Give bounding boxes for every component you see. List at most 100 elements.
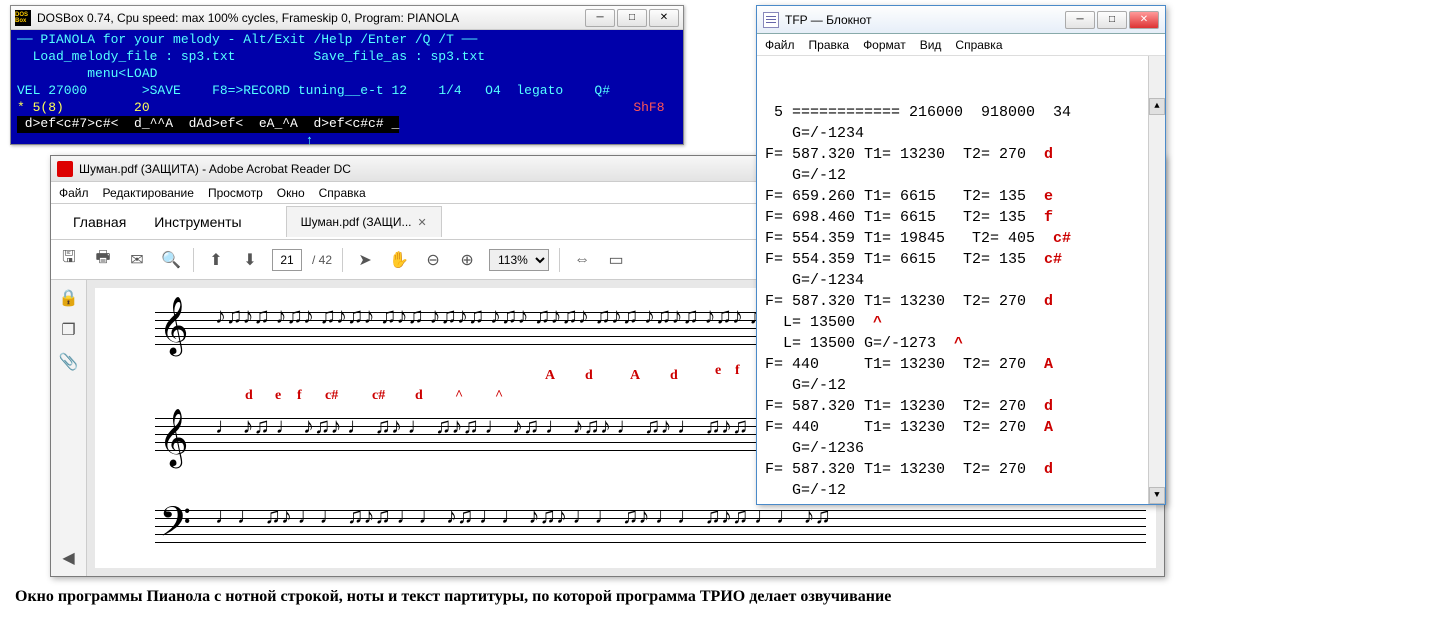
maximize-button[interactable]: □ bbox=[1097, 11, 1127, 29]
text-line: F= 587.320 T1= 13230 T2= 270 d bbox=[765, 144, 1157, 165]
tab-home[interactable]: Главная bbox=[59, 206, 140, 238]
text-line: G=/-1234 bbox=[765, 270, 1157, 291]
minimize-button[interactable]: ─ bbox=[585, 9, 615, 27]
dos-save-file: Save_file_as : sp3.txt bbox=[313, 49, 485, 64]
menu-view[interactable]: Просмотр bbox=[208, 186, 263, 200]
note-label: d bbox=[1026, 146, 1053, 163]
text-line: G=/-12 bbox=[765, 165, 1157, 186]
separator bbox=[559, 248, 560, 272]
page-number-input[interactable] bbox=[272, 249, 302, 271]
dosbox-titlebar[interactable]: DOS Box DOSBox 0.74, Cpu speed: max 100%… bbox=[11, 6, 683, 30]
dos-menu-load: menu<LOAD bbox=[17, 66, 157, 81]
dos-q: Q# bbox=[594, 83, 610, 98]
menu-file[interactable]: Файл bbox=[59, 186, 89, 200]
dosbox-title: DOSBox 0.74, Cpu speed: max 100% cycles,… bbox=[37, 11, 459, 25]
tab-document-label: Шуман.pdf (ЗАЩИ... bbox=[301, 215, 412, 229]
page-total: / 42 bbox=[312, 253, 332, 267]
note-label: e bbox=[715, 363, 721, 379]
close-button[interactable]: ✕ bbox=[649, 9, 679, 27]
maximize-button[interactable]: □ bbox=[617, 9, 647, 27]
print-icon[interactable]: 🖶 bbox=[91, 248, 115, 272]
menu-format[interactable]: Формат bbox=[863, 38, 906, 52]
pages-icon[interactable]: ❐ bbox=[59, 320, 79, 340]
save-icon[interactable]: 🖫 bbox=[57, 248, 81, 272]
note-icon: ♩♩ ♫♪ ♩♩ ♫♪♫ ♩♩ ♪♫ ♩♩ ♪♫♪ ♩♩ ♫♪ ♩♩ ♫♪♫ ♩… bbox=[215, 503, 831, 529]
notepad-textarea[interactable]: 5 ============ 216000 918000 34 G=/-1234… bbox=[757, 56, 1165, 504]
note-label: e bbox=[1026, 503, 1053, 504]
menu-edit[interactable]: Правка bbox=[809, 38, 850, 52]
text-line: F= 554.359 T1= 6615 T2= 135 c# bbox=[765, 249, 1157, 270]
note-icon: ♪♫♪♫ ♪♫♪ ♫♪♫♪ ♫♪♫ ♪♫♪♫ ♪♫♪ ♫♪♫♪ ♫♪♫ ♪♫♪♫… bbox=[215, 303, 804, 329]
note-label: f bbox=[1026, 209, 1053, 226]
tab-document[interactable]: Шуман.pdf (ЗАЩИ... ✕ bbox=[286, 206, 442, 237]
note-label: A bbox=[545, 368, 555, 384]
fit-page-icon[interactable]: ▭ bbox=[604, 248, 628, 272]
attachment-icon[interactable]: 📎 bbox=[59, 352, 79, 372]
figure-caption: Окно программы Пианола с нотной строкой,… bbox=[15, 588, 891, 606]
notepad-titlebar[interactable]: TFP — Блокнот ─ □ ✕ bbox=[757, 6, 1165, 34]
note-label: d bbox=[670, 368, 678, 384]
hand-icon[interactable]: ✋ bbox=[387, 248, 411, 272]
notepad-window: TFP — Блокнот ─ □ ✕ Файл Правка Формат В… bbox=[756, 5, 1166, 505]
zoom-select[interactable]: 113% bbox=[489, 249, 549, 271]
close-button[interactable]: ✕ bbox=[1129, 11, 1159, 29]
dosbox-icon: DOS Box bbox=[15, 10, 31, 26]
lock-icon[interactable]: 🔒 bbox=[59, 288, 79, 308]
fit-width-icon[interactable]: ⇔ bbox=[570, 248, 594, 272]
treble-clef-icon: 𝄞 bbox=[159, 296, 189, 355]
dos-line5: * 5(8) 20 bbox=[17, 100, 150, 115]
collapse-icon[interactable]: ◀ bbox=[59, 548, 79, 568]
dos-frac: 1/4 bbox=[438, 83, 461, 98]
note-label: c# bbox=[1035, 230, 1071, 247]
text-line: L= 13500 G=/-1273 ^ bbox=[765, 333, 1157, 354]
minimize-button[interactable]: ─ bbox=[1065, 11, 1095, 29]
text-line: F= 698.460 T1= 6615 T2= 135 f bbox=[765, 207, 1157, 228]
menu-window[interactable]: Окно bbox=[277, 186, 305, 200]
dos-o4: O4 bbox=[485, 83, 501, 98]
text-line: F= 554.359 T1= 19845 T2= 405 c# bbox=[765, 228, 1157, 249]
treble-clef-icon: 𝄞 bbox=[159, 408, 189, 467]
note-label: f bbox=[297, 388, 302, 404]
note-icon: ♩ ♪♫ ♩ ♪♫♪ ♩ ♫♪ ♩ ♫♪♫ ♩ ♪♫ ♩ ♪♫♪ ♩ ♫♪ ♩ … bbox=[215, 413, 809, 439]
text-line: F= 440 T1= 13230 T2= 270 A bbox=[765, 417, 1157, 438]
note-label: A bbox=[1026, 356, 1053, 373]
zoom-out-icon[interactable]: ⊖ bbox=[421, 248, 445, 272]
menu-help[interactable]: Справка bbox=[319, 186, 366, 200]
zoom-in-icon[interactable]: ⊕ bbox=[455, 248, 479, 272]
note-label: d bbox=[245, 388, 253, 404]
text-line: G=/-1236 bbox=[765, 438, 1157, 459]
acrobat-sidebar: 🔒 ❐ 📎 ◀ bbox=[51, 280, 87, 576]
note-label: d bbox=[585, 368, 593, 384]
email-icon[interactable]: ✉ bbox=[125, 248, 149, 272]
scroll-down-icon[interactable]: ▼ bbox=[1149, 487, 1165, 504]
note-label: c# bbox=[1026, 251, 1062, 268]
text-line: F= 587.320 T1= 13230 T2= 270 d bbox=[765, 396, 1157, 417]
page-up-icon[interactable]: ⬆ bbox=[204, 248, 228, 272]
notepad-icon bbox=[763, 12, 779, 28]
menu-view[interactable]: Вид bbox=[920, 38, 942, 52]
note-label: A bbox=[630, 368, 640, 384]
menu-file[interactable]: Файл bbox=[765, 38, 795, 52]
separator bbox=[193, 248, 194, 272]
dos-notation-line: d>ef<c#7>c#< d_^^A dAd>ef< eA_^A d>ef<c#… bbox=[17, 116, 399, 133]
close-icon[interactable]: ✕ bbox=[417, 216, 426, 229]
note-label: c# bbox=[325, 388, 338, 404]
menu-help[interactable]: Справка bbox=[955, 38, 1002, 52]
scroll-up-icon[interactable]: ▲ bbox=[1149, 98, 1165, 115]
dos-cursor-caret: ↑ bbox=[17, 133, 313, 148]
scrollbar[interactable]: ▲ ▼ bbox=[1148, 56, 1165, 504]
menu-edit[interactable]: Редактирование bbox=[103, 186, 194, 200]
search-icon[interactable]: 🔍 bbox=[159, 248, 183, 272]
staff-line bbox=[155, 542, 1146, 543]
bass-clef-icon: 𝄢 bbox=[159, 498, 191, 557]
note-label: d bbox=[1026, 398, 1053, 415]
page-down-icon[interactable]: ⬇ bbox=[238, 248, 262, 272]
note-label: d bbox=[1026, 461, 1053, 478]
text-line: F= 440 T1= 13230 T2= 270 A bbox=[765, 354, 1157, 375]
dos-line-header: ── PIANOLA for your melody - Alt/Exit /H… bbox=[17, 32, 477, 47]
tab-tools[interactable]: Инструменты bbox=[140, 206, 255, 238]
text-line: L= 13500 ^ bbox=[765, 312, 1157, 333]
pointer-icon[interactable]: ➤ bbox=[353, 248, 377, 272]
dosbox-terminal[interactable]: ── PIANOLA for your melody - Alt/Exit /H… bbox=[11, 30, 683, 144]
note-label: f bbox=[735, 363, 740, 379]
